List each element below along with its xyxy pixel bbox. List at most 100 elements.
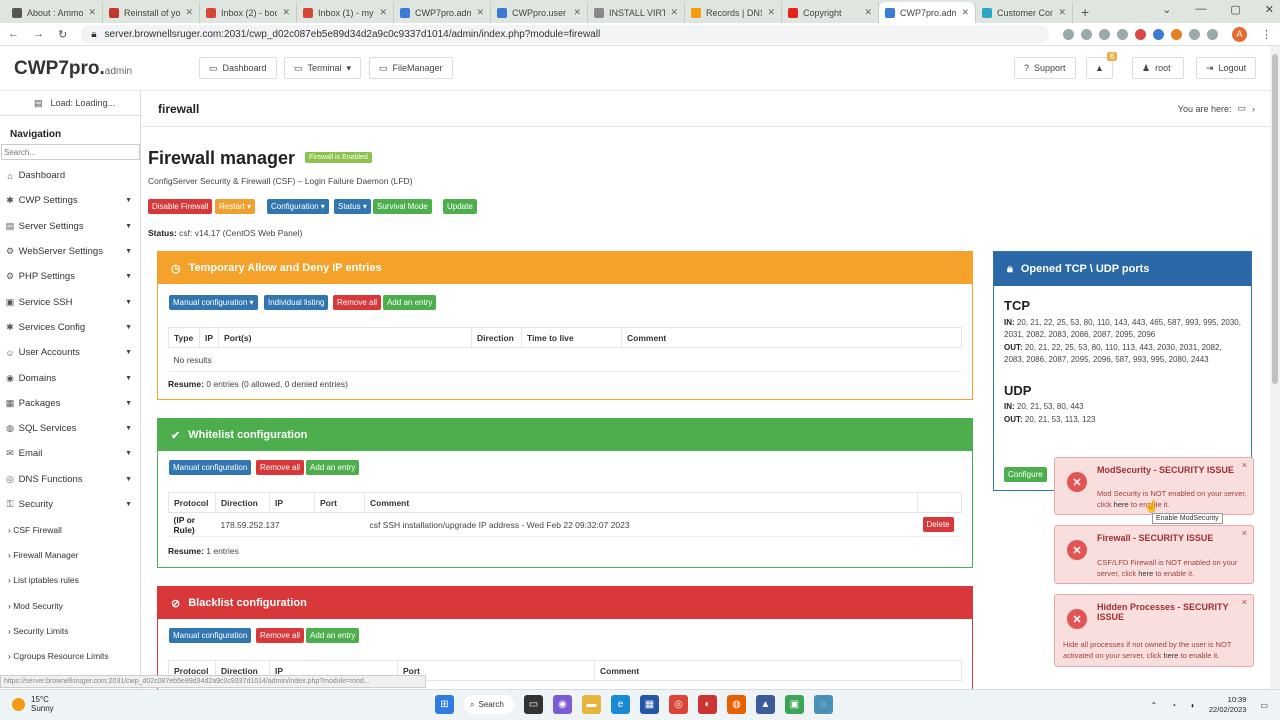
sidebar-item[interactable]: ✱ CWP Settings ▼ [0,188,140,213]
task-view-icon[interactable]: ▭ [524,695,543,714]
new-tab-icon[interactable]: + [1081,4,1089,20]
scrollbar-thumb[interactable] [1272,54,1278,384]
share-icon[interactable] [1099,28,1110,40]
browser-tab[interactable]: INSTALL VIRTU ✕ [588,2,685,23]
sidebar-item[interactable]: ▤ Server Settings ▼ [0,214,140,239]
individual-listing-button[interactable]: Individual listing [264,295,329,310]
browser-tab[interactable]: Reinstall of you ✕ [103,2,200,23]
whitelist-remove-all-button[interactable]: Remove all [256,460,305,475]
close-icon[interactable]: × [1242,460,1247,470]
forward-icon[interactable]: → [33,28,44,40]
sidebar-item[interactable]: ⚿ Security ▼ [0,492,140,517]
temp-manual-config-button[interactable]: Manual configuration ▾ [169,295,258,310]
browser-tab[interactable]: Customer Cont ✕ [976,2,1073,23]
app-icon[interactable]: ◐ [698,695,717,714]
scrollbar[interactable] [1270,46,1280,689]
metamask-icon[interactable] [1171,28,1182,40]
app-icon[interactable]: ▣ [785,695,804,714]
sidebar-subitem[interactable]: › Cgroups Resource Limits [0,644,140,669]
puzzle-icon[interactable] [1189,28,1200,40]
store-icon[interactable]: ▦ [640,695,659,714]
support-button[interactable]: ? Support [1014,57,1076,79]
menu-icon[interactable]: ⋮ [1261,28,1272,41]
google-icon[interactable] [1063,28,1074,40]
blacklist-manual-config-button[interactable]: Manual configuration [169,628,252,643]
close-icon[interactable]: × [1242,528,1247,538]
configure-button[interactable]: Configure [1004,467,1047,482]
sidebar-subitem[interactable]: › Mod Security [0,593,140,618]
clock[interactable]: 10:39 22/02/2023 [1209,695,1247,715]
temp-add-entry-button[interactable]: Add an entry [383,295,437,310]
enable-link[interactable]: here [1138,569,1153,578]
taskbar-search[interactable]: ⌕ Search [464,695,514,714]
notifications-icon[interactable]: ▭ [1260,701,1268,710]
adblock-icon[interactable] [1135,28,1146,40]
sidebar-subitem[interactable]: › CSF Firewall [0,517,140,542]
sidebar-item[interactable]: ✉ Email ▼ [0,441,140,466]
file-explorer-icon[interactable]: ▬ [582,695,601,714]
restart-button[interactable]: Restart ▾ [215,199,256,214]
close-icon[interactable]: × [1242,597,1247,607]
sidebar-item[interactable]: ▦ Packages ▼ [0,391,140,416]
browser-tab[interactable]: Inbox (1) - myr ✕ [297,2,394,23]
close-icon[interactable]: ✕ [1265,3,1274,16]
blacklist-remove-all-button[interactable]: Remove all [256,628,305,643]
close-tab-icon[interactable]: ✕ [961,7,969,18]
filemanager-button[interactable]: ▭ FileManager [369,57,453,79]
maximize-icon[interactable]: ▢ [1230,3,1240,16]
blacklist-add-entry-button[interactable]: Add an entry [306,628,360,643]
firewall-notification[interactable]: ✕ Firewall - SECURITY ISSUE CSF/LFD Fire… [1054,525,1254,584]
browser-tab[interactable]: CWP7pro.adm ✕ [394,2,491,23]
logout-button[interactable]: ⇥ Logout [1196,57,1257,79]
chevron-down-icon[interactable]: ⌄ [1162,3,1171,16]
sidebar-item[interactable]: ◎ DNS Functions ▼ [0,467,140,492]
dashboard-button[interactable]: ▭ Dashboard [199,57,277,79]
sidebar-item[interactable]: ⚙ PHP Settings ▼ [0,264,140,289]
whitelist-add-entry-button[interactable]: Add an entry [306,460,360,475]
close-tab-icon[interactable]: ✕ [185,7,193,18]
firefox-icon[interactable]: ◍ [727,695,746,714]
temp-remove-all-button[interactable]: Remove all [333,295,382,310]
chrome-icon[interactable]: ◎ [669,695,688,714]
windows-start-icon[interactable]: ⊞ [435,695,454,714]
survival-mode-button[interactable]: Survival Mode [373,199,432,214]
volume-icon[interactable]: ◖ [1190,701,1195,710]
terminal-button[interactable]: ▭ Terminal ▾ [284,57,362,79]
sidepanel-icon[interactable] [1207,28,1218,40]
enable-link[interactable]: here [1163,651,1178,660]
sidebar-item[interactable]: ◉ Domains ▼ [0,365,140,390]
app-icon[interactable]: ◌ [814,695,833,714]
sidebar-item[interactable]: ▣ Service SSH ▼ [0,289,140,314]
app-icon[interactable]: ▲ [756,695,775,714]
browser-tab[interactable]: Copyright ✕ [782,2,879,23]
user-menu-button[interactable]: ♟ root [1132,57,1184,79]
url-field[interactable]: 🔒︎ server.brownellsruger.com:2031/cwp_d0… [81,24,1049,44]
shield-extension-icon[interactable] [1153,28,1164,40]
sidebar-subitem[interactable]: › List iptables rules [0,568,140,593]
browser-tab[interactable]: Records | DNS ✕ [685,2,782,23]
delete-button[interactable]: Delete [922,517,954,532]
close-tab-icon[interactable]: ✕ [573,7,581,18]
sidebar-item[interactable]: ⌂ Dashboard [0,163,140,188]
teams-icon[interactable]: ◉ [553,695,572,714]
browser-tab[interactable]: Inbox (2) - boo ✕ [200,2,297,23]
chevron-up-icon[interactable]: ⌃ [1151,701,1158,710]
minimize-icon[interactable]: — [1195,3,1206,16]
close-tab-icon[interactable]: ✕ [282,7,290,18]
browser-tab[interactable]: CWP7pro.adm ✕ [879,2,976,23]
sidebar-subitem[interactable]: › Security Limits [0,618,140,643]
close-tab-icon[interactable]: ✕ [864,7,872,18]
translate-icon[interactable] [1081,28,1092,40]
disable-firewall-button[interactable]: Disable Firewall [148,199,213,214]
back-icon[interactable]: ← [8,28,19,40]
edge-icon[interactable]: e [611,695,630,714]
reload-icon[interactable]: ↻ [58,28,67,41]
close-tab-icon[interactable]: ✕ [379,7,387,18]
logo[interactable]: CWP7pro.admin [14,58,132,80]
status-button[interactable]: Status ▾ [334,199,371,214]
whitelist-manual-config-button[interactable]: Manual configuration [169,460,252,475]
close-tab-icon[interactable]: ✕ [476,7,484,18]
bookmark-star-icon[interactable] [1117,28,1128,40]
update-button[interactable]: Update [443,199,477,214]
browser-tab[interactable]: CWPpro.user [s ✕ [491,2,588,23]
